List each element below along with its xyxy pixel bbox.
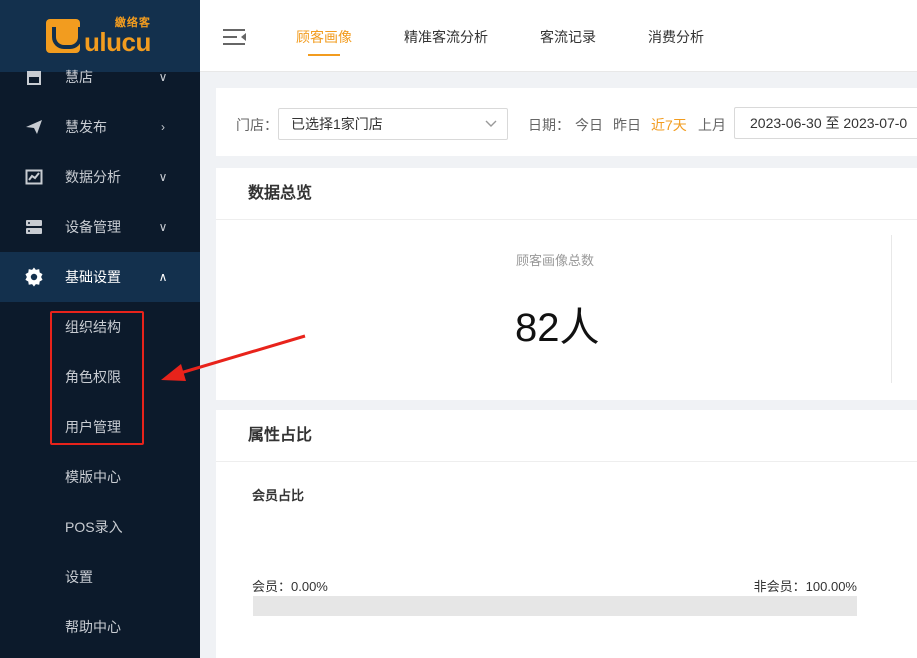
chevron-right-icon: › xyxy=(161,120,165,134)
tab-consumption-analysis[interactable]: 消费分析 xyxy=(648,0,704,72)
send-icon xyxy=(24,117,44,137)
gear-icon xyxy=(24,267,44,287)
tab-traffic-records[interactable]: 客流记录 xyxy=(540,0,596,72)
sidebar-item-label: 慧店 xyxy=(65,69,93,85)
customer-portrait-total-value: 82人 xyxy=(515,306,600,350)
chart-icon xyxy=(24,167,44,187)
sidebar-subitem-template-center[interactable]: 模版中心 xyxy=(0,452,200,502)
overview-title: 数据总览 xyxy=(216,168,917,220)
store-select-value: 已选择1家门店 xyxy=(291,116,383,132)
date-range-picker[interactable]: 2023-06-30 至 2023-07-0 xyxy=(734,107,917,139)
sidebar-item-label: 设备管理 xyxy=(65,219,121,235)
attributes-card: 属性占比 会员占比 会员：0.00% 非会员：100.00% xyxy=(216,410,917,658)
sidebar-item-basic-settings[interactable]: 基础设置 ∧ xyxy=(0,252,200,302)
attributes-title: 属性占比 xyxy=(216,410,917,462)
tab-precise-traffic-analysis[interactable]: 精准客流分析 xyxy=(404,0,488,72)
sidebar-item-label: 基础设置 xyxy=(65,269,121,285)
customer-portrait-total-label: 顾客画像总数 xyxy=(516,253,595,268)
tab-customer-portrait[interactable]: 顾客画像 xyxy=(296,0,352,72)
top-nav: 顾客画像 精准客流分析 客流记录 消费分析 xyxy=(200,0,917,72)
sidebar-item-device[interactable]: 设备管理 ∨ xyxy=(0,202,200,252)
member-ratio-label: 会员：0.00% xyxy=(252,579,328,594)
divider xyxy=(891,235,892,383)
sidebar-item-store[interactable]: 慧店 ∨ xyxy=(0,52,200,102)
chevron-down-icon xyxy=(485,109,497,150)
date-option-today[interactable]: 今日 xyxy=(575,115,603,135)
sidebar-item-label: 数据分析 xyxy=(65,169,121,185)
date-label: 日期： xyxy=(528,117,570,133)
chevron-up-icon: ∧ xyxy=(158,270,168,284)
member-ratio-title: 会员占比 xyxy=(252,488,305,503)
sidebar-item-data-analysis[interactable]: 数据分析 ∨ xyxy=(0,152,200,202)
date-option-last-month[interactable]: 上月 xyxy=(698,115,726,135)
filter-bar: 门店： 已选择1家门店 日期： 今日 昨日 近7天 上月 2023-06-30 … xyxy=(216,88,917,156)
annotation-arrow-icon xyxy=(161,334,306,381)
menu-collapse-icon[interactable] xyxy=(223,27,247,47)
store-label: 门店： xyxy=(236,117,278,133)
non-member-ratio-label: 非会员：100.00% xyxy=(753,579,857,594)
store-icon xyxy=(24,67,44,87)
chevron-down-icon: ∨ xyxy=(158,170,168,184)
chevron-down-icon: ∨ xyxy=(158,220,168,234)
sidebar: 繳络客 ulucu 慧店 ∨ 慧发布 › 数据分析 ∨ 设备管理 ∨ 基础设置 … xyxy=(0,0,200,658)
store-select[interactable]: 已选择1家门店 xyxy=(278,108,508,140)
server-icon xyxy=(24,217,44,237)
logo-icon xyxy=(46,19,82,53)
logo-en-text: ulucu xyxy=(84,26,151,57)
overview-card: 数据总览 顾客画像总数 82人 xyxy=(216,168,917,400)
date-option-yesterday[interactable]: 昨日 xyxy=(613,115,641,135)
member-ratio-bar xyxy=(253,596,857,616)
sidebar-subitem-pos-entry[interactable]: POS录入 xyxy=(0,502,200,552)
annotation-highlight-box xyxy=(50,311,144,445)
sidebar-subitem-help-center[interactable]: 帮助中心 xyxy=(0,602,200,652)
sidebar-subitem-settings[interactable]: 设置 xyxy=(0,552,200,602)
sidebar-item-publish[interactable]: 慧发布 › xyxy=(0,102,200,152)
sidebar-item-label: 慧发布 xyxy=(65,119,107,135)
chevron-down-icon: ∨ xyxy=(158,70,168,84)
date-option-last-7-days[interactable]: 近7天 xyxy=(651,115,687,135)
